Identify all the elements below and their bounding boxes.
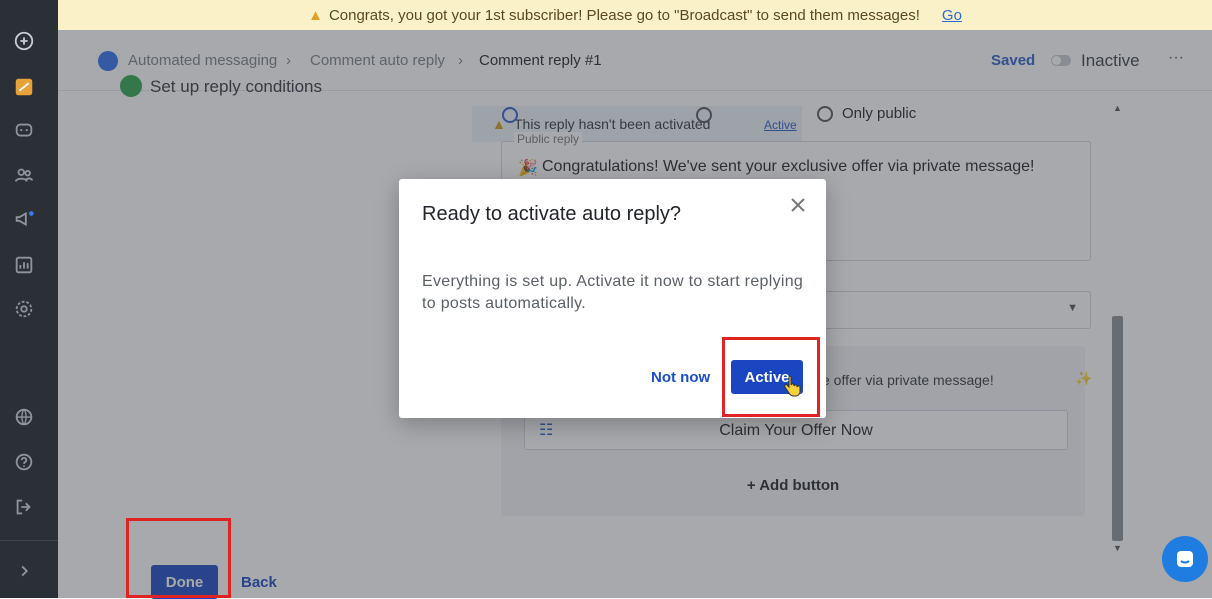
chat-icon[interactable] — [11, 118, 37, 144]
done-highlight-box — [126, 518, 231, 598]
sidebar-divider — [0, 540, 58, 541]
chat-launcher-button[interactable] — [1162, 536, 1208, 582]
chat-bubble-icon — [1177, 551, 1193, 567]
banner-message: Congrats, you got your 1st subscriber! P… — [328, 6, 920, 24]
logo-icon[interactable] — [11, 28, 37, 54]
settings-icon[interactable] — [11, 296, 37, 322]
close-icon[interactable] — [788, 195, 808, 215]
broadcast-icon[interactable] — [11, 206, 37, 232]
expand-chevron-icon[interactable] — [11, 558, 37, 584]
bell-icon: ▲ — [308, 6, 323, 24]
globe-icon[interactable] — [11, 404, 37, 430]
active-highlight-box — [722, 337, 820, 417]
contacts-icon[interactable] — [11, 162, 37, 188]
dialog-body: Everything is set up. Activate it now to… — [422, 273, 804, 312]
dialog-title: Ready to activate auto reply? — [422, 203, 682, 225]
help-icon[interactable] — [11, 449, 37, 475]
logout-icon[interactable] — [11, 494, 37, 520]
sidebar — [0, 0, 58, 598]
banner-go-link[interactable]: Go — [942, 7, 962, 24]
automation-icon[interactable] — [11, 74, 37, 100]
notification-banner: ▲ Congrats, you got your 1st subscriber!… — [58, 0, 1212, 30]
not-now-button[interactable]: Not now — [651, 369, 710, 386]
analytics-icon[interactable] — [11, 252, 37, 278]
